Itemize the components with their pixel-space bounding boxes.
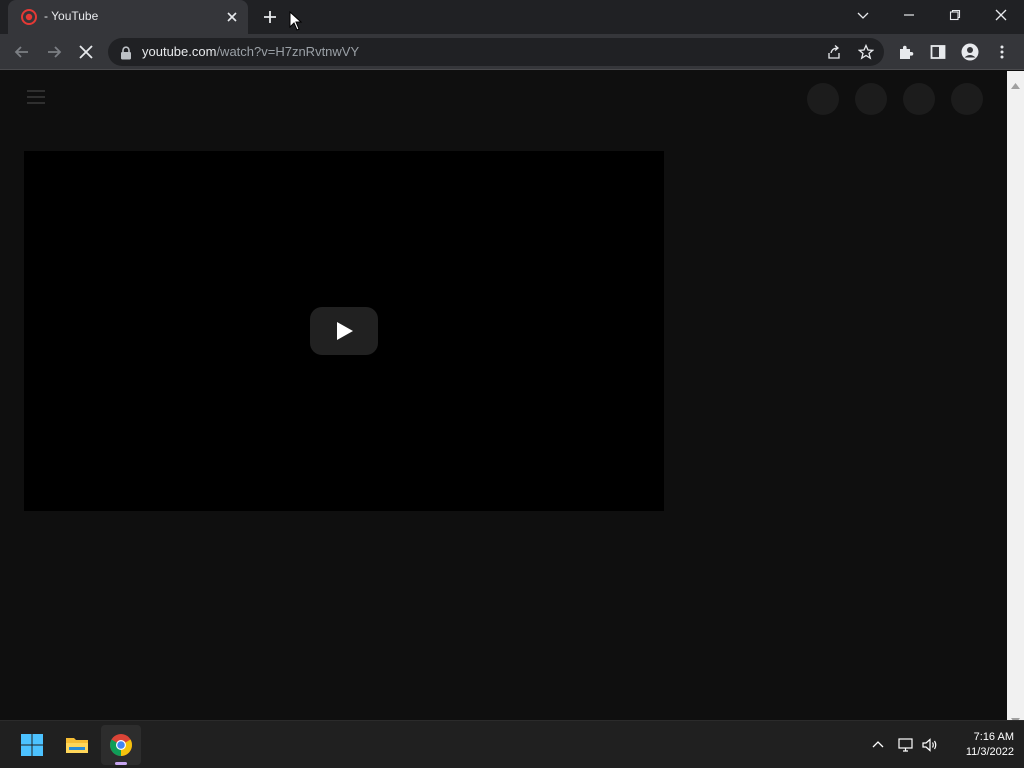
scroll-up-arrow-icon[interactable] [1011,74,1020,89]
page-scrollbar[interactable] [1007,71,1024,724]
browser-toolbar: youtube.com/watch?v=H7znRvtnwVY [0,34,1024,70]
play-button[interactable] [310,307,378,355]
video-player[interactable] [24,151,664,511]
profile-icon[interactable] [961,43,979,61]
play-icon [337,322,353,340]
kebab-menu-icon[interactable] [993,43,1011,61]
tab-search-icon[interactable] [849,4,877,26]
clock-date: 11/3/2022 [965,746,1014,758]
address-url[interactable]: youtube.com/watch?v=H7znRvtnwVY [142,44,359,59]
side-panel-icon[interactable] [929,43,947,61]
taskbar-clock[interactable]: 7:16 AM 11/3/2022 [944,730,1014,760]
minimize-icon[interactable] [895,4,923,26]
stop-loading-icon[interactable] [76,42,96,62]
forward-icon[interactable] [44,42,64,62]
tab-strip: - YouTube [0,0,1024,34]
placeholder-circle-2 [855,83,887,115]
hamburger-menu-icon[interactable] [27,89,45,105]
chevron-up-icon[interactable] [869,736,887,754]
chrome-icon[interactable] [101,725,141,765]
url-host: youtube.com [142,44,217,59]
tab-close-icon[interactable] [224,9,240,25]
youtube-page [0,71,1007,720]
windows-taskbar: 7:16 AM 11/3/2022 [0,720,1024,768]
bookmark-star-icon[interactable] [857,43,875,60]
tab-title: - YouTube [44,9,99,23]
network-icon[interactable] [897,736,915,754]
placeholder-circle-4 [951,83,983,115]
windows-start-icon[interactable] [12,725,52,765]
close-window-icon[interactable] [987,4,1015,26]
placeholder-circle-3 [903,83,935,115]
scroll-down-arrow-icon[interactable] [1011,709,1020,724]
url-path: /watch?v=H7znRvtnwVY [216,44,360,59]
placeholder-circle-1 [807,83,839,115]
lock-icon[interactable] [120,45,132,60]
clock-time: 7:16 AM [973,731,1014,743]
back-icon[interactable] [12,42,32,62]
extensions-icon[interactable] [897,43,915,61]
address-bar[interactable]: youtube.com/watch?v=H7znRvtnwVY [108,38,884,66]
restore-icon[interactable] [941,4,969,26]
active-app-indicator [115,762,127,765]
share-icon[interactable] [826,44,842,60]
file-explorer-icon[interactable] [57,725,97,765]
browser-window: - YouTube youtube.com/watch?v=H7znRvtnwV… [0,0,1024,724]
volume-icon[interactable] [921,736,939,754]
new-tab-icon[interactable] [260,7,280,27]
tab-youtube[interactable]: - YouTube [8,0,248,34]
youtube-favicon-icon [21,9,37,25]
mouse-cursor-icon [289,10,303,31]
